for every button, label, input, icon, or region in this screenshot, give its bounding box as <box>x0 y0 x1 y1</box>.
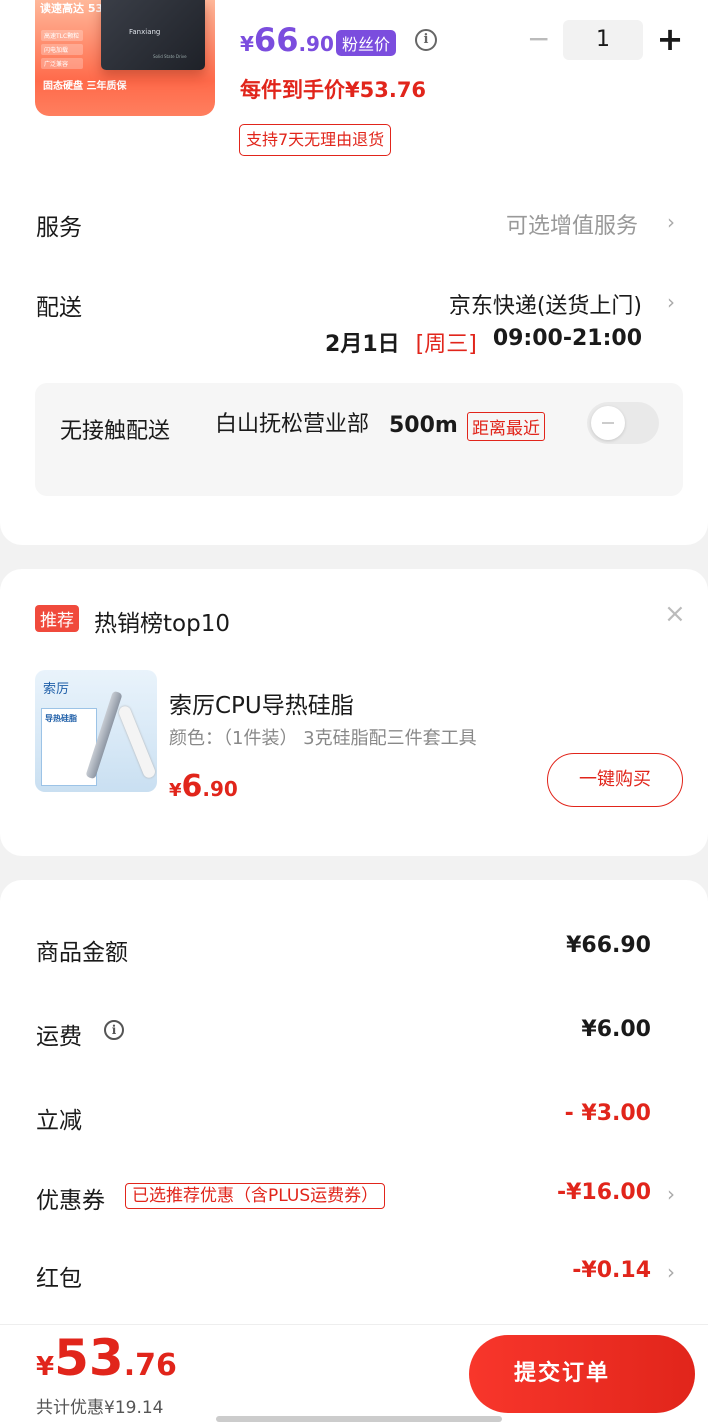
price-currency: ¥ <box>240 32 254 56</box>
one-click-buy-button[interactable]: 一键购买 <box>547 753 683 807</box>
price-integer: 66 <box>253 21 299 59</box>
fans-price-badge: 粉丝价 <box>336 30 397 56</box>
quantity-decrease-button[interactable]: − <box>527 25 550 54</box>
toggle-knob <box>591 406 625 440</box>
recommend-image-logo: 索厉 <box>43 682 70 697</box>
nearest-badge: 距离最近 <box>467 412 545 441</box>
thumb-tag: 闪电加载 <box>41 44 83 55</box>
goods-amount-label: 商品金额 <box>36 940 128 966</box>
recommend-product-price: ¥ 6 .90 <box>169 769 238 804</box>
recommend-title: 热销榜top10 <box>94 611 230 637</box>
order-total: ¥ 53 .76 <box>36 1329 177 1387</box>
recommend-badge: 推荐 <box>35 605 79 632</box>
unit-final-price: 每件到手价¥53.76 <box>240 78 427 102</box>
product-thumbnail[interactable]: 读速高达 530MB/S 高速TLC颗粒 闪电加载 广泛兼容 固态硬盘 三年质保… <box>35 0 215 116</box>
close-icon[interactable]: × <box>664 599 686 629</box>
freight-label: 运费 <box>36 1024 82 1050</box>
shipping-carrier[interactable]: 京东快递(送货上门) <box>449 288 642 320</box>
price-integer: 6 <box>181 769 203 804</box>
coupon-selected-tag[interactable]: 已选推荐优惠（含PLUS运费券） <box>125 1183 386 1209</box>
thumb-tag: 广泛兼容 <box>41 58 83 69</box>
goods-amount-value: ¥66.90 <box>566 933 651 958</box>
price-decimal: .90 <box>202 777 238 801</box>
checkout-bar: ¥ 53 .76 共计优惠¥19.14 提交订单 <box>0 1324 708 1424</box>
paste-box-text: 导热硅脂 <box>45 714 77 723</box>
pickup-distance: 500m <box>389 413 458 438</box>
ssd-image: Fanxiang Solid State Drive <box>101 0 205 70</box>
delivery-time[interactable]: 2月1日 [周三] 09:00-21:00 <box>325 326 642 358</box>
total-currency: ¥ <box>36 1352 55 1382</box>
chevron-right-icon[interactable]: › <box>667 1182 675 1206</box>
ssd-sub: Solid State Drive <box>153 54 187 59</box>
coupon-label: 优惠券 <box>36 1188 105 1214</box>
coupon-value[interactable]: -¥16.00 <box>557 1180 651 1205</box>
recommend-product-spec: 颜色：（1件装） 3克硅脂配三件套工具 <box>169 728 477 749</box>
submit-order-button[interactable]: 提交订单 <box>469 1335 695 1413</box>
home-indicator <box>216 1416 502 1422</box>
pickup-site-name: 白山抚松营业部 <box>215 412 370 437</box>
delivery-window: 09:00-21:00 <box>492 326 642 351</box>
contactless-label: 无接触配送 <box>60 419 171 444</box>
product-price: ¥ 66 .90 <box>240 22 334 58</box>
shipping-label: 配送 <box>36 295 82 321</box>
service-value[interactable]: 可选增值服务 <box>506 208 638 240</box>
service-label: 服务 <box>36 215 82 241</box>
ssd-brand: Fanxiang <box>129 28 161 36</box>
saved-value: ¥19.14 <box>104 1398 164 1418</box>
contactless-delivery-panel: 无接触配送 白山抚松营业部 500m 距离最近 <box>35 383 683 496</box>
recommend-product-image[interactable]: 索厉 导热硅脂 <box>35 670 157 792</box>
quantity-increase-button[interactable]: + <box>656 22 684 56</box>
red-packet-value[interactable]: -¥0.14 <box>572 1258 651 1283</box>
recommendation-card: 推荐 热销榜top10 × 索厉 导热硅脂 索厉CPU导热硅脂 颜色：（1件装）… <box>0 569 708 856</box>
thumb-tags: 高速TLC颗粒 闪电加载 广泛兼容 <box>41 30 83 72</box>
instant-discount-label: 立减 <box>36 1108 82 1134</box>
thumb-footer: 固态硬盘 三年质保 <box>43 81 127 92</box>
red-packet-label: 红包 <box>36 1266 82 1292</box>
price-decimal: .90 <box>298 32 334 56</box>
info-icon[interactable]: i <box>104 1020 124 1040</box>
delivery-date: 2月1日 <box>325 332 400 357</box>
total-integer: 53 <box>54 1329 124 1387</box>
total-saved: 共计优惠¥19.14 <box>36 1393 163 1418</box>
spatula-shape <box>117 704 157 780</box>
info-icon[interactable]: i <box>415 29 437 51</box>
contactless-toggle[interactable] <box>587 402 659 444</box>
recommend-product-name[interactable]: 索厉CPU导热硅脂 <box>169 686 354 720</box>
price-currency: ¥ <box>169 780 182 801</box>
freight-value: ¥6.00 <box>581 1017 651 1042</box>
total-decimal: .76 <box>123 1348 177 1383</box>
order-item-card: 读速高达 530MB/S 高速TLC颗粒 闪电加载 广泛兼容 固态硬盘 三年质保… <box>0 0 708 545</box>
chevron-right-icon[interactable]: › <box>667 210 675 234</box>
chevron-right-icon[interactable]: › <box>667 1260 675 1284</box>
instant-discount-value: - ¥3.00 <box>564 1101 651 1126</box>
thumb-tag: 高速TLC颗粒 <box>41 30 83 41</box>
saved-label: 共计优惠 <box>36 1398 104 1418</box>
chevron-right-icon[interactable]: › <box>667 290 675 314</box>
delivery-weekday: [周三] <box>415 332 477 357</box>
return-policy-tag: 支持7天无理由退货 <box>239 124 392 156</box>
quantity-input[interactable]: 1 <box>563 20 643 60</box>
